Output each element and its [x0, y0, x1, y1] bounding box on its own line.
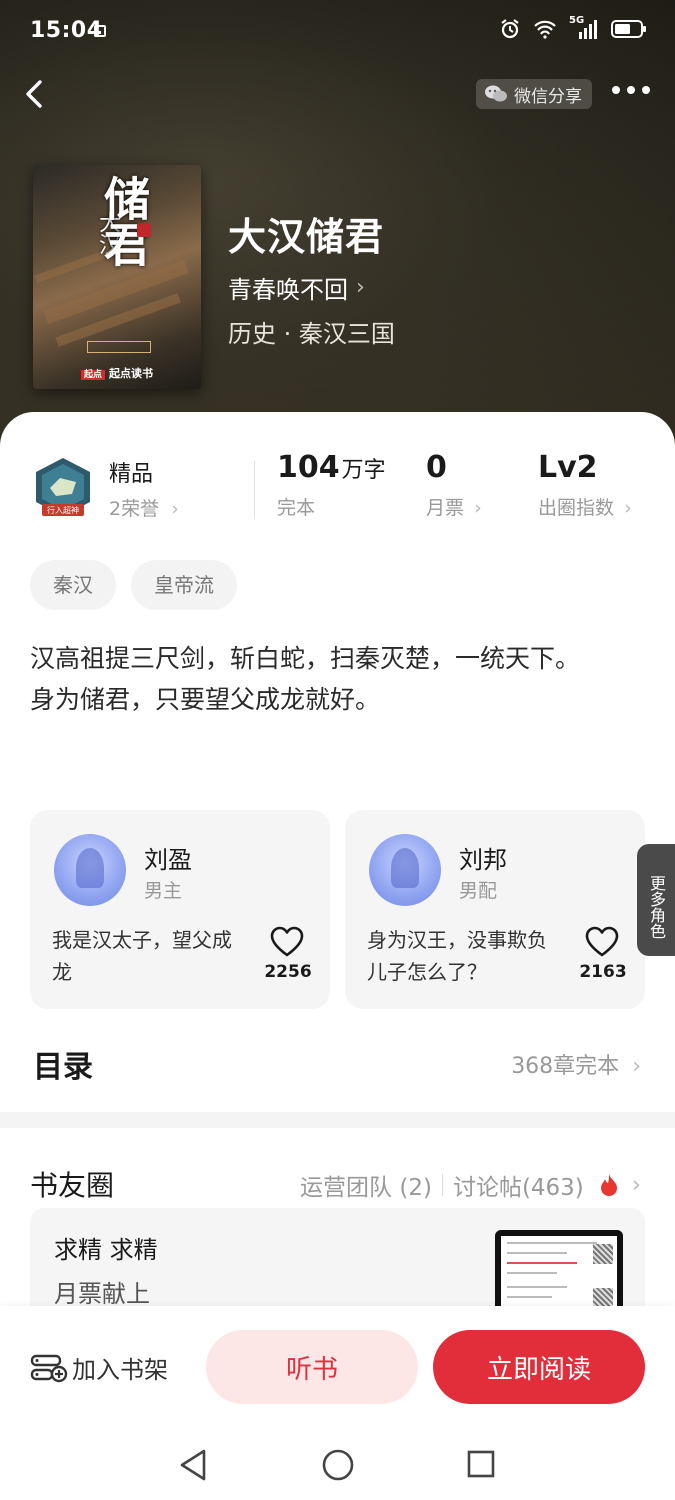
tag-chip[interactable]: 秦汉: [30, 560, 116, 610]
seal-icon: [137, 223, 151, 237]
home-circle-icon[interactable]: [321, 1448, 355, 1482]
alarm-icon: [501, 19, 519, 39]
ticket-label: 月票: [426, 497, 465, 519]
catalog-title: 目录: [33, 1050, 93, 1085]
battery-icon: [611, 20, 646, 38]
recents-square-icon[interactable]: [466, 1448, 496, 1480]
book-circle-title: 书友圈: [30, 1169, 115, 1202]
author-name: 青春唤不回: [228, 276, 348, 304]
fire-icon: [600, 1174, 617, 1196]
dot-icon: [612, 86, 620, 94]
book-description[interactable]: 汉高祖提三尺剑，斩白蛇，扫秦灭楚，一统天下。 身为储君，只要望父成龙就好。: [30, 638, 630, 720]
avatar: [54, 834, 126, 906]
popularity-level: Lv2: [538, 450, 598, 485]
cover-title: 储君: [97, 175, 151, 267]
signal-icon: 5G: [569, 15, 599, 40]
dot-icon: [642, 86, 650, 94]
character-quote: 我是汉太子，望父成龙: [52, 928, 232, 984]
divider: [254, 460, 255, 518]
like-count: 2256: [264, 962, 312, 982]
word-status: 完本: [277, 497, 316, 519]
post-card[interactable]: 求精 求精 月票献上: [30, 1208, 645, 1308]
section-divider: [0, 1112, 675, 1128]
character-quote: 身为汉王，没事欺负儿子怎么了？: [367, 928, 547, 984]
heart-icon[interactable]: [585, 926, 619, 958]
status-time: 15:04: [30, 18, 103, 43]
svg-text:行入超神: 行入超神: [47, 505, 79, 515]
author-link[interactable]: 青春唤不回 ›: [228, 270, 365, 305]
popularity-label: 出圈指数: [538, 497, 615, 519]
chevron-right-icon: ›: [171, 498, 179, 520]
catalog-row[interactable]: 目录 368章完本 ›: [30, 1042, 645, 1085]
award-sub: 2荣誉: [109, 498, 160, 520]
team-count: 运营团队 (2): [300, 1175, 432, 1201]
more-menu-button[interactable]: [612, 86, 650, 94]
monthly-ticket-stat[interactable]: 0 月票 ›: [426, 450, 482, 520]
like-count: 2163: [579, 962, 627, 982]
chevron-left-icon: [26, 80, 42, 108]
wifi-icon: [534, 20, 556, 39]
read-now-button[interactable]: 立即阅读: [433, 1330, 645, 1404]
add-to-shelf-label: 加入书架: [72, 1356, 168, 1384]
word-count: 104: [277, 450, 340, 485]
book-title: 大汉储君: [228, 215, 385, 259]
wechat-share-button[interactable]: 微信分享: [476, 79, 592, 109]
back-triangle-icon[interactable]: [178, 1448, 210, 1482]
character-card[interactable]: 刘盈 男主 我是汉太子，望父成龙 2256: [30, 810, 330, 1009]
more-roles-tab[interactable]: 更多角色: [637, 844, 675, 956]
chevron-right-icon: ›: [356, 275, 365, 300]
cover-badge: [87, 341, 151, 353]
chevron-right-icon: ›: [632, 1054, 641, 1079]
character-role: 男主: [144, 880, 183, 902]
chevron-right-icon: ›: [624, 497, 632, 519]
wechat-icon: [485, 85, 507, 102]
word-count-stat: 104万字 完本: [277, 450, 386, 520]
word-unit: 万字: [341, 458, 386, 483]
award-stat[interactable]: 精品 2荣誉 ›: [109, 456, 179, 521]
tag-list: 秦汉 皇帝流: [30, 560, 237, 610]
character-list: 刘盈 男主 我是汉太子，望父成龙 2256 刘邦 男配 身为汉王，没事欺负儿子怎…: [30, 810, 645, 1009]
character-role: 男配: [459, 880, 498, 902]
add-to-shelf-button[interactable]: 加入书架: [30, 1350, 168, 1385]
award-badge-icon[interactable]: 行入超神: [32, 456, 94, 520]
bookshelf-add-icon: [30, 1354, 68, 1382]
heart-icon[interactable]: [270, 926, 304, 958]
book-cover[interactable]: 大汉 储君 起点 起点读书: [33, 165, 201, 389]
post-count: 讨论帖(463): [452, 1175, 584, 1201]
dot-icon: [627, 86, 635, 94]
ticket-count: 0: [426, 450, 447, 485]
status-bar: 15:04 5G: [0, 0, 675, 64]
book-circle-header: 书友圈 运营团队 (2) 讨论帖(463) ›: [30, 1164, 645, 1204]
screen-record-icon: [94, 25, 106, 37]
chevron-right-icon: ›: [631, 1172, 641, 1198]
back-button[interactable]: [18, 74, 52, 114]
listen-button[interactable]: 听书: [206, 1330, 418, 1404]
cover-publisher: 起点 起点读书: [33, 365, 201, 381]
stats-row: 行入超神 精品 2荣誉 › 104万字 完本 0 月票 › Lv2 出圈指数 ›: [0, 448, 675, 528]
system-nav-bar: [0, 1426, 675, 1500]
character-name: 刘盈: [144, 846, 192, 874]
bottom-action-bar: 加入书架 听书 立即阅读: [0, 1306, 675, 1426]
share-label: 微信分享: [514, 86, 582, 107]
catalog-summary: 368章完本: [511, 1054, 620, 1079]
award-title: 精品: [109, 462, 154, 487]
character-card[interactable]: 刘邦 男配 身为汉王，没事欺负儿子怎么了？ 2163: [345, 810, 645, 1009]
chevron-right-icon: ›: [474, 497, 482, 519]
popularity-stat[interactable]: Lv2 出圈指数 ›: [538, 450, 632, 520]
post-text: 月票献上: [54, 1280, 150, 1308]
post-thumbnail[interactable]: [495, 1230, 623, 1308]
character-name: 刘邦: [459, 846, 507, 874]
post-title: 求精 求精: [54, 1236, 158, 1264]
tag-chip[interactable]: 皇帝流: [131, 560, 237, 610]
top-nav: 微信分享: [0, 70, 675, 120]
book-category: 历史 · 秦汉三国: [228, 320, 395, 348]
avatar: [369, 834, 441, 906]
divider: [441, 1174, 443, 1196]
